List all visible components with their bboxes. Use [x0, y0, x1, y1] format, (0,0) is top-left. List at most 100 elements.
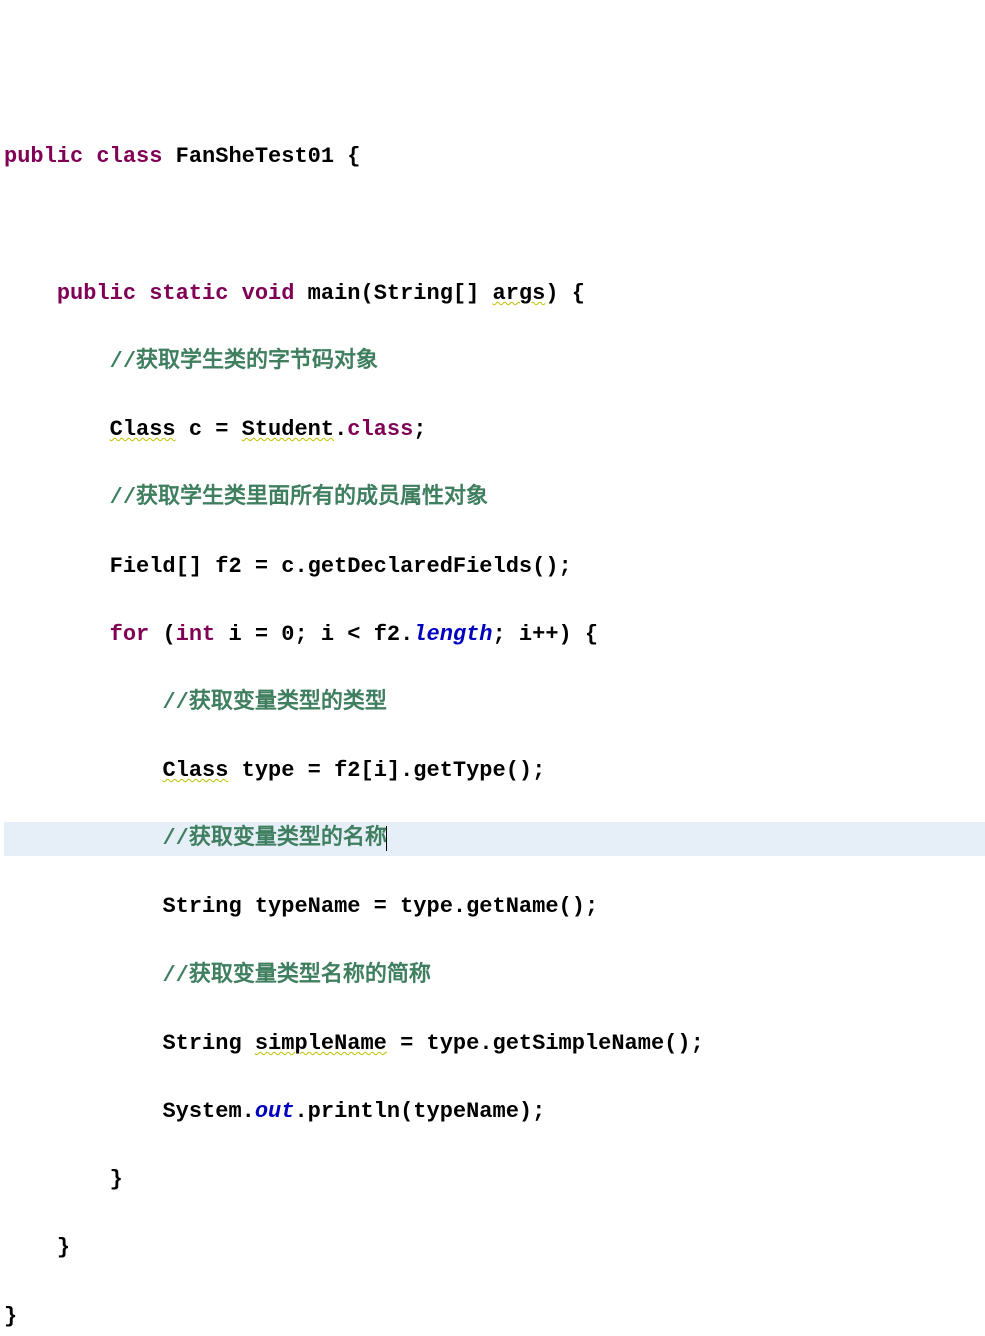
semicolon-sp: ;	[493, 622, 519, 647]
var-f2: f2	[374, 622, 400, 647]
paren-open: (	[506, 758, 519, 783]
code-line-1: public class FanSheTest01 {	[4, 140, 985, 174]
space	[294, 281, 307, 306]
equals: =	[294, 758, 334, 783]
equals: =	[242, 554, 282, 579]
code-line-14: String simpleName = type.getSimpleName()…	[4, 1027, 985, 1061]
paren-close: )	[519, 758, 532, 783]
dot: .	[294, 1099, 307, 1124]
comment-1: //获取学生类的字节码对象	[110, 349, 378, 374]
equals: =	[242, 622, 282, 647]
paren-close: )	[572, 894, 585, 919]
code-line-5: Class c = Student.class;	[4, 413, 985, 447]
keyword-for: for	[110, 622, 150, 647]
method-gettype: getType	[413, 758, 505, 783]
equals: =	[360, 894, 400, 919]
code-line-8: for (int i = 0; i < f2.length; i++) {	[4, 618, 985, 652]
paren-open: (	[532, 554, 545, 579]
comment-4: //获取变量类型的名称	[162, 826, 386, 851]
var-type: type	[427, 1031, 480, 1056]
var-type: type	[400, 894, 453, 919]
code-line-12: String typeName = type.getName();	[4, 890, 985, 924]
semicolon: ;	[585, 894, 598, 919]
code-line-13: //获取变量类型名称的简称	[4, 959, 985, 993]
paren-open: (	[400, 1099, 413, 1124]
var-i: i	[374, 758, 387, 783]
var-f2: f2	[334, 758, 360, 783]
type-class: Class	[162, 758, 228, 783]
var-i: i	[228, 622, 241, 647]
brackets: []	[453, 281, 479, 306]
paren-close: )	[677, 1031, 690, 1056]
code-line-15: System.out.println(typeName);	[4, 1095, 985, 1129]
brackets: []	[176, 554, 202, 579]
paren-close: )	[519, 1099, 532, 1124]
space	[136, 281, 149, 306]
space	[215, 622, 228, 647]
dot: .	[453, 894, 466, 919]
dot: .	[334, 417, 347, 442]
method-println: println	[308, 1099, 400, 1124]
paren-open: (	[559, 894, 572, 919]
num-zero: 0	[281, 622, 294, 647]
space	[228, 281, 241, 306]
brace-close: }	[57, 1235, 70, 1260]
code-line-17: }	[4, 1231, 985, 1265]
brace-open: {	[334, 144, 360, 169]
dot: .	[479, 1031, 492, 1056]
space	[202, 554, 215, 579]
semicolon: ;	[559, 554, 572, 579]
type-string: String	[162, 894, 241, 919]
brace-open: {	[559, 281, 585, 306]
type-string: String	[162, 1031, 241, 1056]
space	[479, 281, 492, 306]
code-line-blank	[4, 209, 985, 243]
space	[242, 894, 255, 919]
code-line-11-highlighted[interactable]: //获取变量类型的名称	[4, 822, 985, 856]
brace-close: }	[110, 1167, 123, 1192]
type-field: Field	[110, 554, 176, 579]
code-line-18: }	[4, 1300, 985, 1334]
var-c: c	[281, 554, 294, 579]
field-length: length	[413, 622, 492, 647]
paren-open: (	[162, 622, 175, 647]
paren-close: )	[545, 281, 558, 306]
type-class: Class	[110, 417, 176, 442]
method-getdeclaredfields: getDeclaredFields	[308, 554, 532, 579]
type-student: Student	[242, 417, 334, 442]
arg-typename: typeName	[413, 1099, 519, 1124]
code-line-3: public static void main(String[] args) {	[4, 277, 985, 311]
brace-open: {	[572, 622, 598, 647]
comment-5: //获取变量类型名称的简称	[162, 963, 430, 988]
keyword-public: public	[4, 144, 83, 169]
keyword-class-literal: class	[347, 417, 413, 442]
code-line-6: //获取学生类里面所有的成员属性对象	[4, 481, 985, 515]
semicolon-sp: ;	[294, 622, 320, 647]
method-getsimplename: getSimpleName	[493, 1031, 665, 1056]
code-line-16: }	[4, 1163, 985, 1197]
semicolon: ;	[532, 1099, 545, 1124]
dot: .	[400, 758, 413, 783]
param-args: args	[493, 281, 546, 306]
var-c: c	[189, 417, 202, 442]
text-cursor	[386, 826, 387, 851]
code-line-10: Class type = f2[i].getType();	[4, 754, 985, 788]
dot: .	[294, 554, 307, 579]
code-line-9: //获取变量类型的类型	[4, 686, 985, 720]
keyword-int: int	[176, 622, 216, 647]
type-string: String	[374, 281, 453, 306]
var-typename: typeName	[255, 894, 361, 919]
var-type: type	[242, 758, 295, 783]
dot: .	[400, 622, 413, 647]
semicolon: ;	[691, 1031, 704, 1056]
paren-open: (	[664, 1031, 677, 1056]
plusplus: ++	[532, 622, 558, 647]
space	[228, 758, 241, 783]
semicolon: ;	[413, 417, 426, 442]
space	[176, 417, 189, 442]
comment-3: //获取变量类型的类型	[162, 690, 386, 715]
equals: =	[202, 417, 242, 442]
var-f2: f2	[215, 554, 241, 579]
var-i: i	[519, 622, 532, 647]
var-simplename: simpleName	[255, 1031, 387, 1056]
